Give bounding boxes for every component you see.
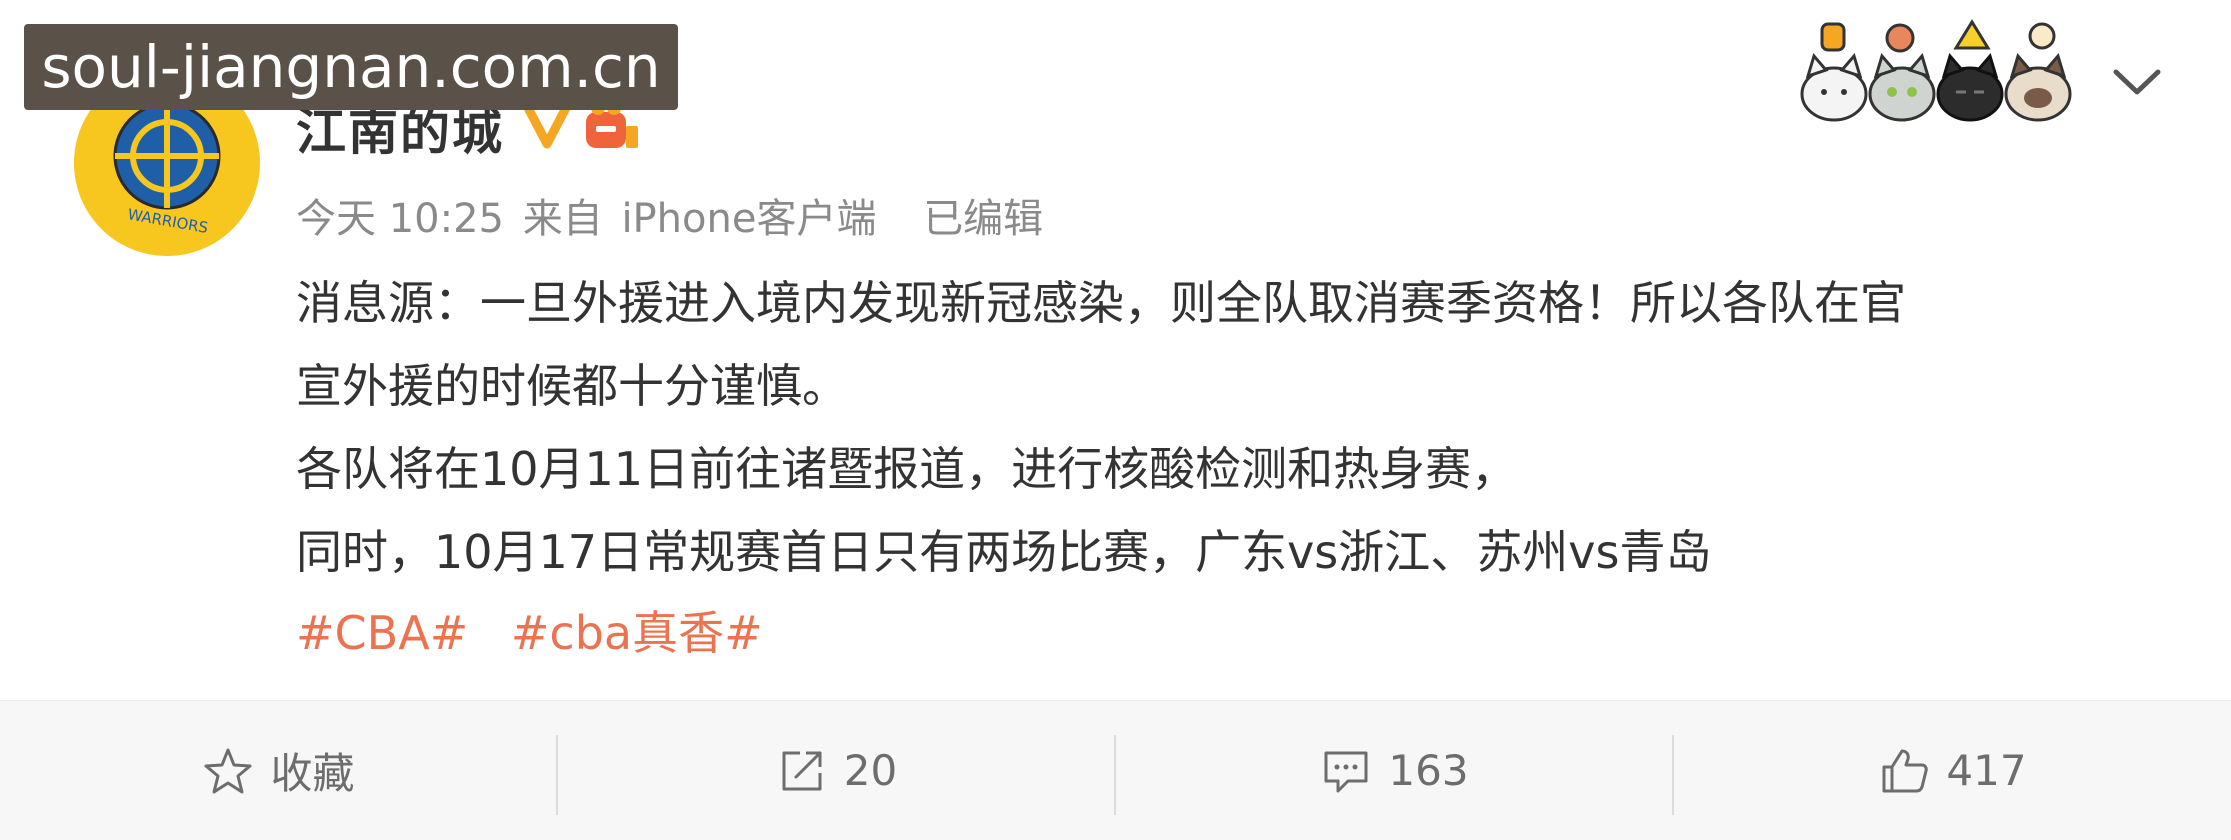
content-line: 宣外援的时候都十分谨慎。: [296, 359, 848, 413]
cat-sticker-black-icon: [1936, 19, 2004, 122]
weibo-post-card: soul-jiangnan.com.cn WARRIORS 江南的城 今天 10…: [0, 0, 2231, 700]
thumbs-up-icon: [1882, 749, 1929, 792]
like-count: 417: [1946, 746, 2027, 795]
cat-sticker-gray-icon: [1868, 23, 1936, 122]
favorite-button[interactable]: 收藏: [0, 701, 557, 840]
post-meta: 今天 10:25 来自 iPhone客户端 已编辑: [296, 186, 1049, 244]
watermark: soul-jiangnan.com.cn: [24, 24, 678, 110]
source-prefix: 来自: [522, 196, 603, 242]
content-line: 同时，10月17日常规赛首日只有两场比赛，广东vs浙江、苏州vs青岛: [296, 525, 1712, 579]
hashtag-cba[interactable]: #CBA#: [296, 606, 468, 660]
like-button[interactable]: 417: [1674, 701, 2231, 840]
content-line: 各队将在10月11日前往诸暨报道，进行核酸检测和热身赛，: [296, 442, 1518, 496]
post-source: iPhone客户端: [621, 196, 877, 242]
edited-label[interactable]: 已编辑: [923, 196, 1043, 242]
repost-icon: [782, 751, 822, 790]
cat-sticker-siamese-icon: [2004, 22, 2072, 122]
favorite-label: 收藏: [270, 749, 355, 798]
hashtag-cba-zhenxiang[interactable]: #cba真香#: [511, 606, 763, 660]
repost-button[interactable]: 20: [558, 701, 1115, 840]
hashtags: #CBA# #cba真香#: [296, 598, 791, 668]
content-line: 消息源：一旦外援进入境内发现新冠感染，则全队取消赛季资格！所以各队在官: [296, 276, 1906, 330]
cat-stickers-decoration: [1800, 19, 2072, 122]
comment-count: 163: [1388, 746, 1469, 795]
comment-icon: [1324, 751, 1368, 792]
repost-count: 20: [843, 746, 898, 795]
chevron-down-icon[interactable]: [2104, 58, 2170, 104]
action-bar: 收藏 20 163 417: [0, 700, 2231, 840]
cat-sticker-white-icon: [1800, 22, 1868, 122]
comment-button[interactable]: 163: [1116, 701, 1673, 840]
post-content: 消息源：一旦外援进入境内发现新冠感染，则全队取消赛季资格！所以各队在官 宣外援的…: [296, 262, 2176, 594]
star-icon: [204, 748, 252, 793]
post-time[interactable]: 今天 10:25: [296, 196, 504, 242]
